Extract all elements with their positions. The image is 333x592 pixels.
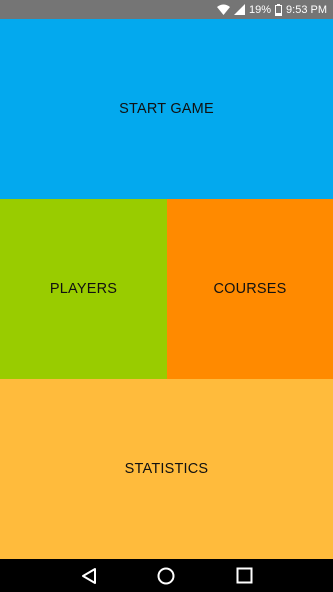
players-button[interactable]: PLAYERS: [0, 199, 167, 379]
clock-time: 9:53 PM: [286, 3, 327, 16]
battery-icon: [275, 3, 283, 16]
back-icon[interactable]: [72, 559, 106, 592]
home-icon[interactable]: [149, 559, 183, 592]
start-game-label: START GAME: [119, 101, 214, 117]
battery-percentage: 19%: [249, 3, 272, 16]
start-game-button[interactable]: START GAME: [0, 19, 333, 199]
status-bar: 19% 9:53 PM: [0, 0, 333, 19]
app-screen: 19% 9:53 PM START GAME PLAYERS COURSES S…: [0, 0, 333, 592]
cell-signal-icon: [234, 4, 245, 15]
recents-icon[interactable]: [227, 559, 261, 592]
wifi-icon: [217, 4, 230, 15]
courses-button[interactable]: COURSES: [167, 199, 333, 379]
statistics-label: STATISTICS: [124, 461, 209, 477]
statistics-button[interactable]: STATISTICS: [0, 379, 333, 559]
courses-label: COURSES: [213, 281, 287, 297]
players-label: PLAYERS: [49, 281, 118, 297]
navigation-bar: [0, 559, 333, 592]
